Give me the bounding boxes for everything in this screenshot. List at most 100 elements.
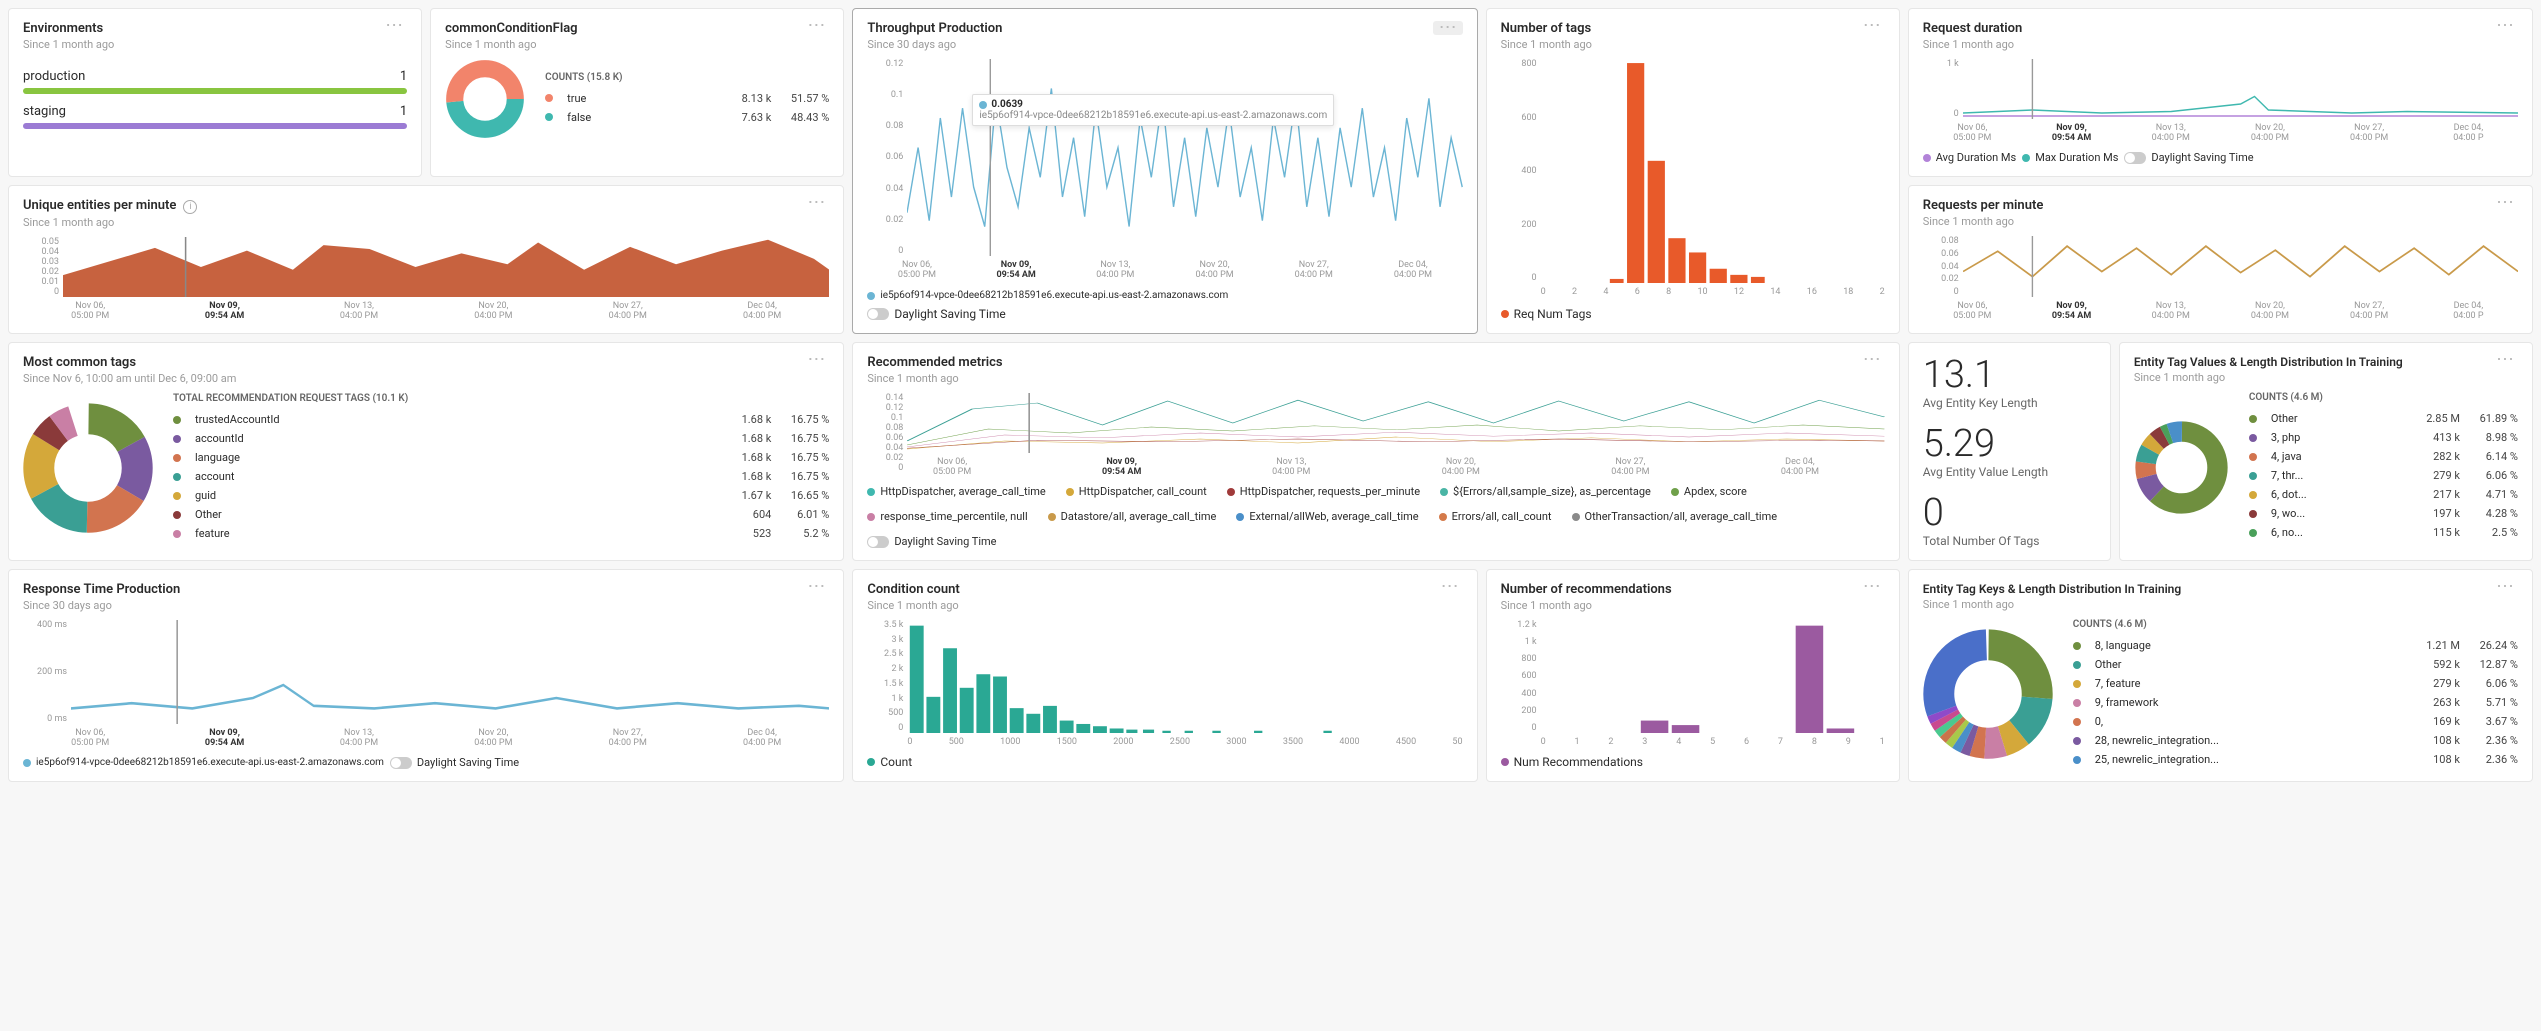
legend-item[interactable]: Num Recommendations (1501, 755, 1885, 769)
req-per-min-chart[interactable]: 0.080.060.040.020 (1923, 236, 2518, 297)
count-row[interactable]: language1.68 k16.75 % (173, 448, 829, 467)
count-row[interactable]: guid1.67 k16.65 % (173, 486, 829, 505)
count-row[interactable]: Other6046.01 % (173, 505, 829, 524)
card-title: Number of tags (1501, 21, 1592, 36)
legend-item[interactable]: Max Duration Ms (2022, 151, 2118, 164)
count-row[interactable]: 6, no...115 k2.5 % (2249, 523, 2518, 542)
legend-dot (2073, 718, 2081, 726)
count-row[interactable]: 28, newrelic_integration...108 k2.36 % (2073, 731, 2518, 750)
more-icon[interactable] (1437, 582, 1463, 592)
legend-item[interactable]: Avg Duration Ms (1923, 151, 2016, 164)
response-time-chart[interactable]: 400 ms200 ms0 ms (23, 620, 829, 724)
legend-item[interactable]: Datastore/all, average_call_time (1048, 510, 1217, 523)
more-icon[interactable] (803, 21, 829, 31)
more-icon[interactable] (2492, 21, 2518, 31)
count-row[interactable]: 9, wo...197 k4.28 % (2249, 504, 2518, 523)
count-row[interactable]: Other592 k12.87 % (2073, 655, 2518, 674)
more-icon[interactable] (2492, 355, 2518, 365)
req-duration-chart[interactable]: 1 k0 (1923, 59, 2518, 119)
legend-item[interactable]: HttpDispatcher, average_call_time (867, 485, 1045, 498)
env-name: staging (23, 104, 66, 119)
x-tick: Dec 04,04:00 PM (695, 301, 829, 321)
info-icon[interactable]: i (183, 200, 197, 214)
throughput-chart[interactable]: 0.120.10.080.060.040.020 0.0639 ie5p6of9… (867, 59, 1462, 256)
legend-item[interactable]: ie5p6of914-vpce-0dee68212b18591e6.execut… (23, 757, 384, 768)
more-icon[interactable] (1859, 582, 1885, 592)
legend-item[interactable]: OtherTransaction/all, average_call_time (1572, 510, 1778, 523)
count-row[interactable]: 0,169 k3.67 % (2073, 712, 2518, 731)
big-number-label: Total Number Of Tags (1923, 534, 2096, 548)
toggle-icon[interactable] (867, 536, 889, 548)
x-tick: 8 (1666, 287, 1671, 297)
dst-toggle[interactable]: Daylight Saving Time (867, 307, 1462, 321)
count-row[interactable]: account1.68 k16.75 % (173, 467, 829, 486)
legend-item[interactable]: Errors/all, call_count (1439, 510, 1552, 523)
legend-item[interactable]: response_time_percentile, null (867, 510, 1027, 523)
more-icon[interactable] (803, 198, 829, 208)
dst-toggle[interactable]: Daylight Saving Time (867, 535, 996, 548)
legend: HttpDispatcher, average_call_time HttpDis… (867, 485, 1884, 548)
x-tick: Nov 20,04:00 PM (426, 301, 560, 321)
count-row[interactable]: 4, java282 k6.14 % (2249, 447, 2518, 466)
legend-dot (1671, 488, 1679, 496)
y-tick: 0 (867, 723, 903, 733)
legend-item[interactable]: HttpDispatcher, requests_per_minute (1227, 485, 1420, 498)
num-tags-chart[interactable]: 8006004002000 (1501, 59, 1885, 283)
recommended-chart[interactable]: 0.140.120.10.080.060.040.020 (867, 393, 1884, 453)
big-number-label: Avg Entity Value Length (1923, 465, 2096, 479)
x-axis: Nov 06,05:00 PMNov 09,09:54 AMNov 13,04:… (23, 728, 829, 748)
x-tick: 3500 (1283, 737, 1303, 747)
count-row[interactable]: 8, language1.21 M26.24 % (2073, 636, 2518, 655)
more-icon[interactable] (1859, 355, 1885, 365)
card-title: Unique entities per minute (23, 198, 176, 213)
legend-item[interactable]: Count (867, 755, 1462, 769)
more-icon[interactable] (803, 582, 829, 592)
count-row[interactable]: feature5235.2 % (173, 524, 829, 543)
toggle-icon[interactable] (867, 308, 889, 320)
more-icon[interactable] (2492, 198, 2518, 208)
count-row[interactable]: 9, framework263 k5.71 % (2073, 693, 2518, 712)
x-tick: Nov 09,09:54 AM (157, 728, 291, 748)
count-row[interactable]: trustedAccountId1.68 k16.75 % (173, 410, 829, 429)
legend-item[interactable]: HttpDispatcher, call_count (1066, 485, 1207, 498)
toggle-icon[interactable] (2124, 152, 2146, 164)
count-row[interactable]: Other2.85 M61.89 % (2249, 409, 2518, 428)
count-row[interactable]: accountId1.68 k16.75 % (173, 429, 829, 448)
count-row[interactable]: 3, php413 k8.98 % (2249, 428, 2518, 447)
more-icon[interactable] (381, 21, 407, 31)
legend-dot (2249, 510, 2257, 518)
card-subtitle: Since 1 month ago (1501, 599, 1672, 612)
x-tick: 14 (1770, 287, 1780, 297)
legend-dot (173, 435, 181, 443)
unique-entities-chart[interactable]: 0.050.040.030.020.010 (23, 237, 829, 297)
more-icon[interactable] (1859, 21, 1885, 31)
card-subtitle: Since 1 month ago (2134, 371, 2403, 384)
y-tick: 400 ms (23, 620, 67, 630)
legend-dot (2249, 453, 2257, 461)
count-row[interactable]: 6, dot...217 k4.71 % (2249, 485, 2518, 504)
num-recs-chart[interactable]: 1.2 k1 k8006004002000 (1501, 620, 1885, 733)
dst-toggle[interactable]: Daylight Saving Time (390, 756, 519, 769)
toggle-icon[interactable] (390, 757, 412, 769)
legend-item[interactable]: External/allWeb, average_call_time (1236, 510, 1418, 523)
y-tick: 0 (1501, 273, 1537, 283)
count-row[interactable]: 7, feature279 k6.06 % (2073, 674, 2518, 693)
more-icon[interactable] (1433, 21, 1463, 35)
y-tick: 0 (23, 287, 59, 297)
legend-dot (545, 113, 553, 121)
x-tick: 12 (1734, 287, 1744, 297)
legend-item[interactable]: ie5p6of914-vpce-0dee68212b18591e6.execut… (867, 290, 1462, 301)
more-icon[interactable] (2492, 582, 2518, 592)
legend-item[interactable]: ${Errors/all,sample_size}, as_percentage (1440, 485, 1651, 498)
legend-item[interactable]: Apdex, score (1671, 485, 1747, 498)
donut-chart (1923, 629, 2053, 759)
legend-dot (1440, 488, 1448, 496)
count-row[interactable]: 25, newrelic_integration...108 k2.36 % (2073, 750, 2518, 769)
more-icon[interactable] (803, 355, 829, 365)
legend-item[interactable]: Req Num Tags (1501, 307, 1885, 321)
x-tick: Nov 27,04:00 PM (561, 728, 695, 748)
card-subtitle: Since 1 month ago (867, 372, 1002, 385)
dst-toggle[interactable]: Daylight Saving Time (2124, 151, 2253, 164)
count-row[interactable]: 7, thr...279 k6.06 % (2249, 466, 2518, 485)
condition-count-chart[interactable]: 3.5 k3 k2.5 k2 k1.5 k1 k5000 (867, 620, 1462, 733)
